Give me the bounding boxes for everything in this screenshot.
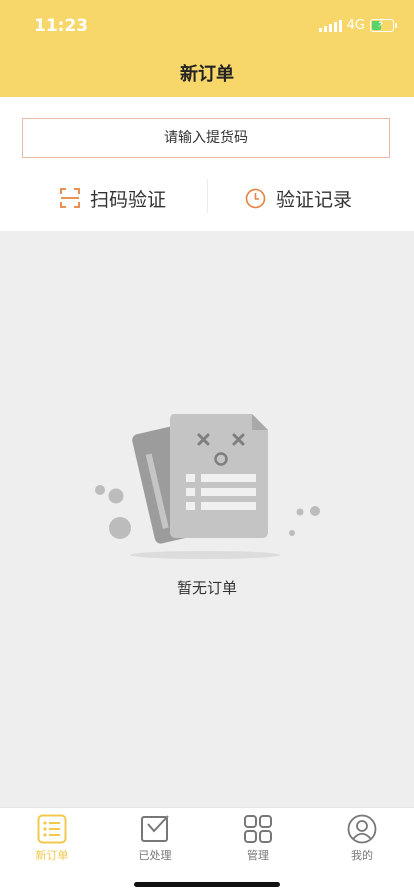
scan-verify-button[interactable]: 扫码验证: [60, 180, 166, 216]
action-divider: [207, 179, 208, 213]
tab-processed[interactable]: 已处理: [125, 814, 185, 863]
battery-icon: ⚡: [370, 17, 397, 32]
signal-icon: [318, 19, 342, 32]
app-header: 11:23 4G ⚡ 新订单: [0, 0, 414, 97]
user-icon: [347, 814, 377, 844]
clock-icon: [245, 188, 266, 208]
tab-new-orders-label: 新订单: [35, 849, 69, 862]
order-list-icon: [37, 814, 67, 844]
verify-record-button[interactable]: 验证记录: [245, 180, 352, 216]
tab-mine[interactable]: 我的: [332, 814, 392, 863]
status-indicators: 4G ⚡: [318, 17, 397, 33]
home-indicator: [134, 882, 280, 887]
verification-panel: 扫码验证 验证记录: [0, 97, 414, 231]
tab-manage-label: 管理: [247, 849, 269, 862]
scan-icon: [60, 188, 80, 208]
tab-new-orders[interactable]: 新订单: [22, 814, 82, 863]
grid-icon: [244, 815, 272, 843]
status-time: 11:23: [34, 16, 89, 36]
tab-mine-label: 我的: [351, 849, 373, 862]
page-title: 新订单: [180, 64, 234, 85]
verify-record-label: 验证记录: [276, 188, 353, 211]
empty-orders-text: 暂无订单: [176, 579, 237, 597]
tab-manage[interactable]: 管理: [228, 814, 288, 863]
tab-processed-label: 已处理: [138, 849, 172, 862]
network-type: 4G: [346, 18, 365, 33]
empty-orders-illustration-icon: [95, 414, 320, 559]
processed-check-icon: [141, 815, 169, 842]
pickup-code-input[interactable]: [22, 118, 390, 158]
scan-verify-label: 扫码验证: [90, 188, 167, 211]
